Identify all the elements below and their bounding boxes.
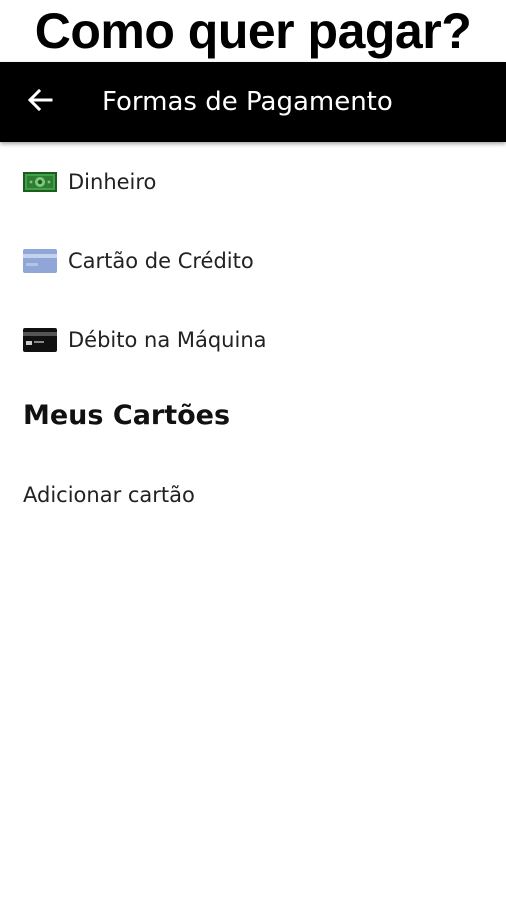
payment-method-label: Débito na Máquina (68, 328, 267, 352)
payment-method-credit-card[interactable]: Cartão de Crédito (23, 239, 254, 283)
payment-method-cash[interactable]: Dinheiro (23, 160, 156, 204)
my-cards-heading: Meus Cartões (23, 400, 231, 431)
app-bar: Formas de Pagamento (0, 62, 506, 142)
payment-method-debit[interactable]: Débito na Máquina (23, 318, 267, 362)
payment-method-label: Dinheiro (68, 170, 157, 194)
debit-card-icon (23, 328, 57, 352)
payment-method-label: Cartão de Crédito (68, 249, 254, 273)
cash-icon (23, 171, 57, 193)
payment-screen: Como quer pagar? Formas de Pagamento Din… (0, 0, 506, 900)
page-title: Formas de Pagamento (102, 87, 393, 117)
add-card-button[interactable]: Adicionar cartão (23, 480, 195, 510)
arrow-left-icon (27, 87, 53, 117)
promo-caption: Como quer pagar? (34, 3, 472, 59)
back-button[interactable] (18, 80, 62, 124)
credit-card-icon (23, 249, 57, 273)
